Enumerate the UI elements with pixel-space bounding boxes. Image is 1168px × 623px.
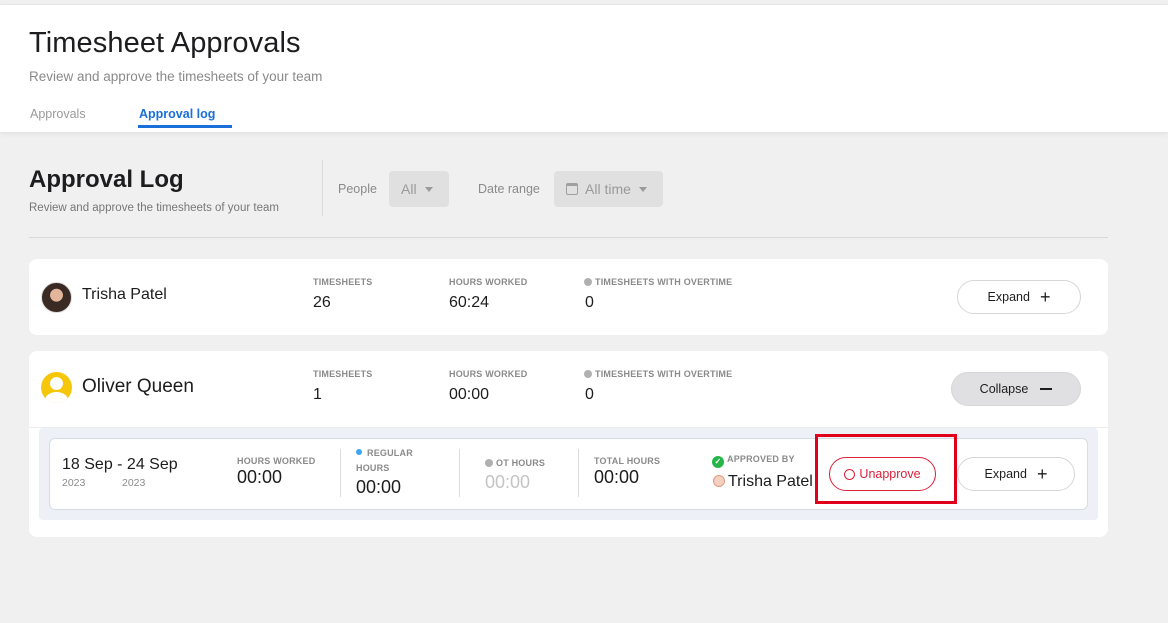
tab-approval-log[interactable]: Approval log [139,107,215,121]
caret-down-icon [638,186,647,192]
overtime-label: Timesheets with overtime [584,369,732,379]
start-year: 2023 [62,477,86,489]
expand-button-label: Expand [984,467,1027,481]
caret-down-icon [424,186,433,192]
timesheet-list: 18 Sep - 24 Sep 2023 2023 Hours worked 0… [39,428,1098,520]
ot-hours-label: OT hours [485,458,545,468]
avatar [41,372,72,403]
filter-divider [322,160,323,216]
expand-timesheet-button[interactable]: Expand + [957,457,1075,491]
overtime-value: 0 [585,294,594,311]
timesheets-value: 1 [313,386,322,403]
column-divider [340,449,341,497]
unapprove-button[interactable]: Unapprove [829,457,936,491]
hours-worked-label: Hours worked [449,277,528,287]
overtime-label: Timesheets with overtime [584,277,732,287]
avatar [713,475,725,487]
hours-worked-value: 00:00 [449,386,490,403]
check-circle-icon: ✓ [712,456,724,468]
ot-hours-value: 00:00 [485,472,531,492]
people-filter-value: All [401,181,417,197]
plus-icon: + [1036,464,1048,484]
regular-hours-value: 00:00 [356,477,402,497]
timesheets-value: 26 [313,294,331,311]
approved-by-label: ✓ Approved by [712,454,795,468]
total-hours-label: Total hours [594,456,661,466]
expand-button[interactable]: Expand + [957,280,1081,314]
person-name: Trisha Patel [82,286,167,303]
overtime-icon [584,370,592,378]
column-divider [459,449,460,497]
date-range-value: All time [585,181,631,197]
page-header: Timesheet Approvals Review and approve t… [0,4,1168,132]
section-divider [29,237,1108,238]
undo-icon [844,468,856,480]
overtime-icon [584,278,592,286]
date-range-label: Date range [478,182,540,196]
timesheet-row: 18 Sep - 24 Sep 2023 2023 Hours worked 0… [49,438,1088,510]
expand-button-label: Expand [987,290,1030,304]
regular-hours-label: Regular [356,448,413,458]
total-hours-value: 00:00 [594,467,640,487]
active-tab-indicator [138,125,232,128]
tab-approvals[interactable]: Approvals [30,107,86,121]
hours-worked-label: Hours worked [237,456,316,466]
page-subtitle: Review and approve the timesheets of you… [29,69,323,84]
section-title: Approval Log [29,166,184,193]
timesheets-label: Timesheets [313,369,373,379]
regular-dot-icon [356,449,362,455]
person-name: Oliver Queen [82,376,194,397]
unapprove-button-label: Unapprove [859,467,921,481]
date-range-dropdown[interactable]: All time [554,171,663,207]
page-title: Timesheet Approvals [29,27,301,59]
end-year: 2023 [122,477,146,489]
hours-worked-value: 60:24 [449,294,490,311]
avatar [41,282,72,313]
regular-hours-label-2: hours [356,463,390,473]
people-filter-dropdown[interactable]: All [389,171,449,207]
overtime-icon [485,459,493,467]
minus-icon [1040,388,1053,390]
person-card-trisha-patel: Trisha Patel Timesheets 26 Hours worked … [29,259,1108,335]
hours-worked-label: Hours worked [449,369,528,379]
approver-name: Trisha Patel [713,473,813,491]
hours-worked-value: 00:00 [237,467,283,487]
collapse-button[interactable]: Collapse [951,372,1081,406]
people-filter-label: People [338,182,377,196]
timesheets-label: Timesheets [313,277,373,287]
person-card-oliver-queen: Oliver Queen Timesheets 1 Hours worked 0… [29,351,1108,537]
plus-icon: + [1039,287,1051,307]
collapse-button-label: Collapse [979,382,1029,396]
date-range-text: 18 Sep - 24 Sep [62,456,178,473]
column-divider [578,449,579,497]
section-subtitle: Review and approve the timesheets of you… [29,202,279,214]
overtime-value: 0 [585,386,594,403]
calendar-icon [566,183,578,195]
